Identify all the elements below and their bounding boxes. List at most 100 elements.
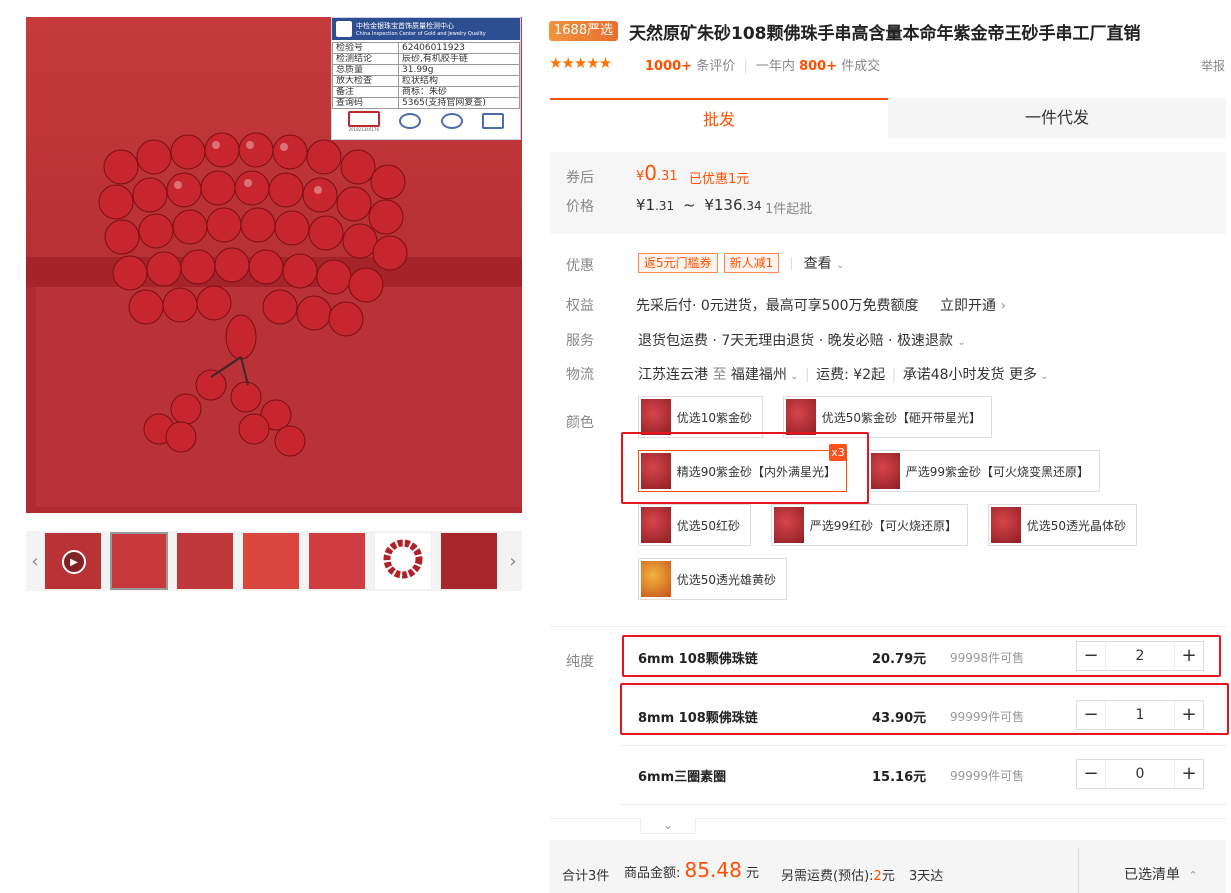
service-label: 服务 bbox=[566, 333, 594, 349]
sku-stock: 99999件可售 bbox=[950, 769, 1025, 783]
benefit-label: 权益 bbox=[566, 298, 594, 314]
min-order: 1件起批 bbox=[765, 202, 813, 217]
cma-number: 201821340176 bbox=[348, 126, 380, 132]
chevron-up-icon: ⌃ bbox=[1188, 869, 1198, 882]
swatch-thumb bbox=[786, 399, 816, 435]
bead-ring-icon bbox=[383, 539, 423, 579]
certificate-header: 中检金银珠宝首饰质量检测中心 China Inspection Center o… bbox=[332, 18, 520, 40]
chevron-down-icon: ⌄ bbox=[1036, 371, 1049, 382]
thumb-prev-button[interactable]: ‹ bbox=[26, 531, 44, 591]
sales-count: 800+ bbox=[799, 59, 838, 74]
highlight-box bbox=[621, 432, 869, 504]
thumbnail[interactable] bbox=[440, 532, 498, 590]
review-count[interactable]: 1000+ bbox=[645, 59, 692, 74]
order-summary-bar: 合计3件 商品金额: 85.48 元 另需运费(预估):2元 3天达 已选清单 … bbox=[550, 840, 1226, 893]
thumbnail[interactable] bbox=[110, 532, 168, 590]
total-items: 合计3件 bbox=[562, 869, 610, 884]
delivery-promise: 承诺48小时发货 bbox=[902, 367, 1005, 383]
thumbnail[interactable] bbox=[308, 532, 366, 590]
quantity-stepper: − 0 + bbox=[1076, 759, 1204, 789]
more-button[interactable]: 更多 ⌄ bbox=[1009, 367, 1049, 383]
thumbnail[interactable] bbox=[176, 532, 234, 590]
rating-stars: ★★★★★ bbox=[549, 54, 612, 72]
highlight-box bbox=[622, 635, 1221, 677]
row-divider bbox=[620, 804, 1226, 805]
shipping-estimate: 另需运费(预估):2元 3天达 bbox=[781, 869, 944, 884]
service-text[interactable]: 退货包运费 · 7天无理由退货 · 晚发必赔 · 极速退款 ⌄ bbox=[638, 330, 966, 350]
thumbnail[interactable] bbox=[242, 532, 300, 590]
sales-label: 件成交 bbox=[841, 59, 881, 74]
certificate-row: 查询码 5365(支持官网复查) bbox=[332, 97, 520, 109]
certificate-row: 检测结论 辰砂,有机胶手链 bbox=[332, 53, 520, 65]
swatch-thumb bbox=[641, 507, 671, 543]
coupon-price-label: 券后 bbox=[566, 170, 594, 186]
certificate-row: 放大检查 粒状结构 bbox=[332, 75, 520, 87]
thumbnail-strip: ‹ ▶ › bbox=[26, 531, 522, 591]
certificate-row: 备注 商标：朱砂 bbox=[332, 86, 520, 98]
yanxuan-badge: 1688严选 bbox=[549, 21, 619, 41]
certificate-org-en: China Inspection Center of Gold and Jewe… bbox=[356, 30, 486, 37]
selected-list-button[interactable]: 已选清单 ⌃ bbox=[1124, 864, 1198, 884]
purity-label: 纯度 bbox=[566, 654, 594, 670]
color-option[interactable]: 严选99紫金砂【可火烧变黑还原】 bbox=[868, 450, 1100, 492]
play-icon[interactable]: ▶ bbox=[62, 550, 86, 574]
discount-text: 已优惠1元 bbox=[689, 172, 750, 187]
sku-price: 15.16元 bbox=[872, 770, 927, 785]
swatch-thumb bbox=[641, 399, 671, 435]
color-option[interactable]: 优选50透光晶体砂 bbox=[988, 504, 1137, 546]
coupon-tag[interactable]: 返5元门槛券 bbox=[638, 253, 718, 273]
quantity-input[interactable]: 0 bbox=[1105, 760, 1175, 788]
swatch-thumb bbox=[774, 507, 804, 543]
swatch-thumb bbox=[991, 507, 1021, 543]
section-divider bbox=[550, 626, 1226, 627]
chevron-right-icon: › bbox=[1000, 298, 1007, 314]
thumbnail-video[interactable]: ▶ bbox=[44, 532, 102, 590]
price-label: 价格 bbox=[566, 199, 594, 215]
certificate-row: 检验号 62406011923 bbox=[332, 42, 520, 54]
price-range: ¥1.31 ~ ¥136.34 bbox=[636, 196, 762, 214]
row-divider bbox=[620, 745, 1226, 746]
thumbnail[interactable] bbox=[374, 532, 432, 590]
thumb-next-button[interactable]: › bbox=[504, 531, 522, 591]
certificate-logos: 201821340176 bbox=[332, 109, 520, 133]
view-promo-button[interactable]: 查看 ⌄ bbox=[804, 253, 845, 273]
swatch-thumb bbox=[641, 561, 671, 597]
tab-dropship[interactable]: 一件代发 bbox=[888, 98, 1226, 138]
price-box: 券后 ¥0.31 已优惠1元 价格 ¥1.31 ~ ¥136.34 1件起批 bbox=[550, 152, 1226, 234]
tab-wholesale[interactable]: 批发 bbox=[550, 98, 888, 138]
cnas-logo-icon bbox=[440, 113, 463, 129]
plus-button[interactable]: + bbox=[1175, 760, 1203, 788]
chevron-down-icon: ⌄ bbox=[957, 337, 966, 348]
coupon-price: ¥0.31 bbox=[636, 161, 678, 185]
inspection-logo-icon bbox=[336, 21, 352, 37]
newcomer-tag[interactable]: 新人减1 bbox=[723, 253, 780, 273]
color-option[interactable]: 严选99红砂【可火烧还原】 bbox=[771, 504, 968, 546]
report-link[interactable]: 举报 bbox=[1201, 57, 1225, 74]
chevron-down-icon: ⌄ bbox=[836, 260, 845, 271]
ngdc-logo-icon bbox=[482, 113, 505, 129]
amount-block: 商品金额: 85.48 元 bbox=[624, 858, 759, 882]
certificate-org: 中检金银珠宝首饰质量检测中心 bbox=[356, 21, 454, 30]
activate-link[interactable]: 立即开通 › bbox=[940, 295, 1006, 315]
chevron-down-icon: ⌄ bbox=[786, 371, 799, 382]
expand-more-button[interactable]: ⌄ bbox=[640, 818, 696, 834]
product-title: 天然原矿朱砂108颗佛珠手串高含量本命年紫金帝王砂手串工厂直销 bbox=[629, 24, 1141, 44]
sales-prefix: 一年内 bbox=[755, 59, 795, 74]
minus-button[interactable]: − bbox=[1077, 760, 1105, 788]
total-amount: 85.48 bbox=[684, 858, 742, 882]
benefit-text: 先采后付· 0元进货，最高可享500万免费额度 bbox=[636, 298, 919, 314]
chevron-down-icon: ⌄ bbox=[662, 818, 674, 832]
shipping-fee: 运费: ¥2起 bbox=[816, 367, 886, 383]
ship-from: 江苏连云港 bbox=[638, 367, 708, 383]
cma-logo-icon bbox=[347, 110, 380, 127]
sku-name: 6mm三圈素圈 bbox=[638, 770, 727, 785]
ship-to-select[interactable]: 福建福州 ⌄ bbox=[731, 367, 799, 383]
color-option[interactable]: 优选50红砂 bbox=[638, 504, 751, 546]
color-option[interactable]: 优选50透光雄黄砂 bbox=[638, 558, 787, 600]
rating-summary: 1000+ 条评价 | 一年内 800+ 件成交 bbox=[645, 59, 881, 74]
promo-tags: 返5元门槛券 新人减1 | 查看 ⌄ bbox=[638, 253, 845, 273]
logistics-label: 物流 bbox=[566, 367, 594, 383]
color-label: 颜色 bbox=[566, 415, 594, 431]
certificate-table: 检验号 62406011923 检测结论 辰砂,有机胶手链 总质量 31.99g 放大… bbox=[332, 42, 520, 109]
globe-logo-icon bbox=[399, 113, 422, 129]
